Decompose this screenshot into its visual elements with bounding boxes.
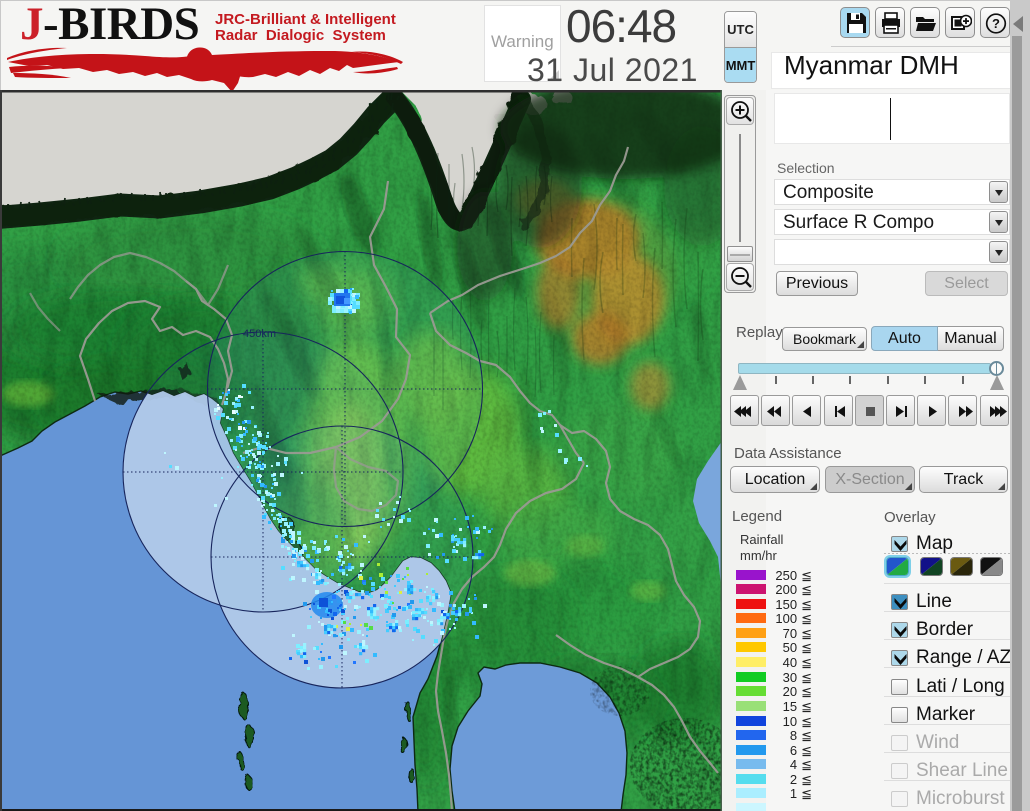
svg-text:450km: 450km	[243, 328, 276, 340]
svg-text:?: ?	[992, 16, 1000, 31]
